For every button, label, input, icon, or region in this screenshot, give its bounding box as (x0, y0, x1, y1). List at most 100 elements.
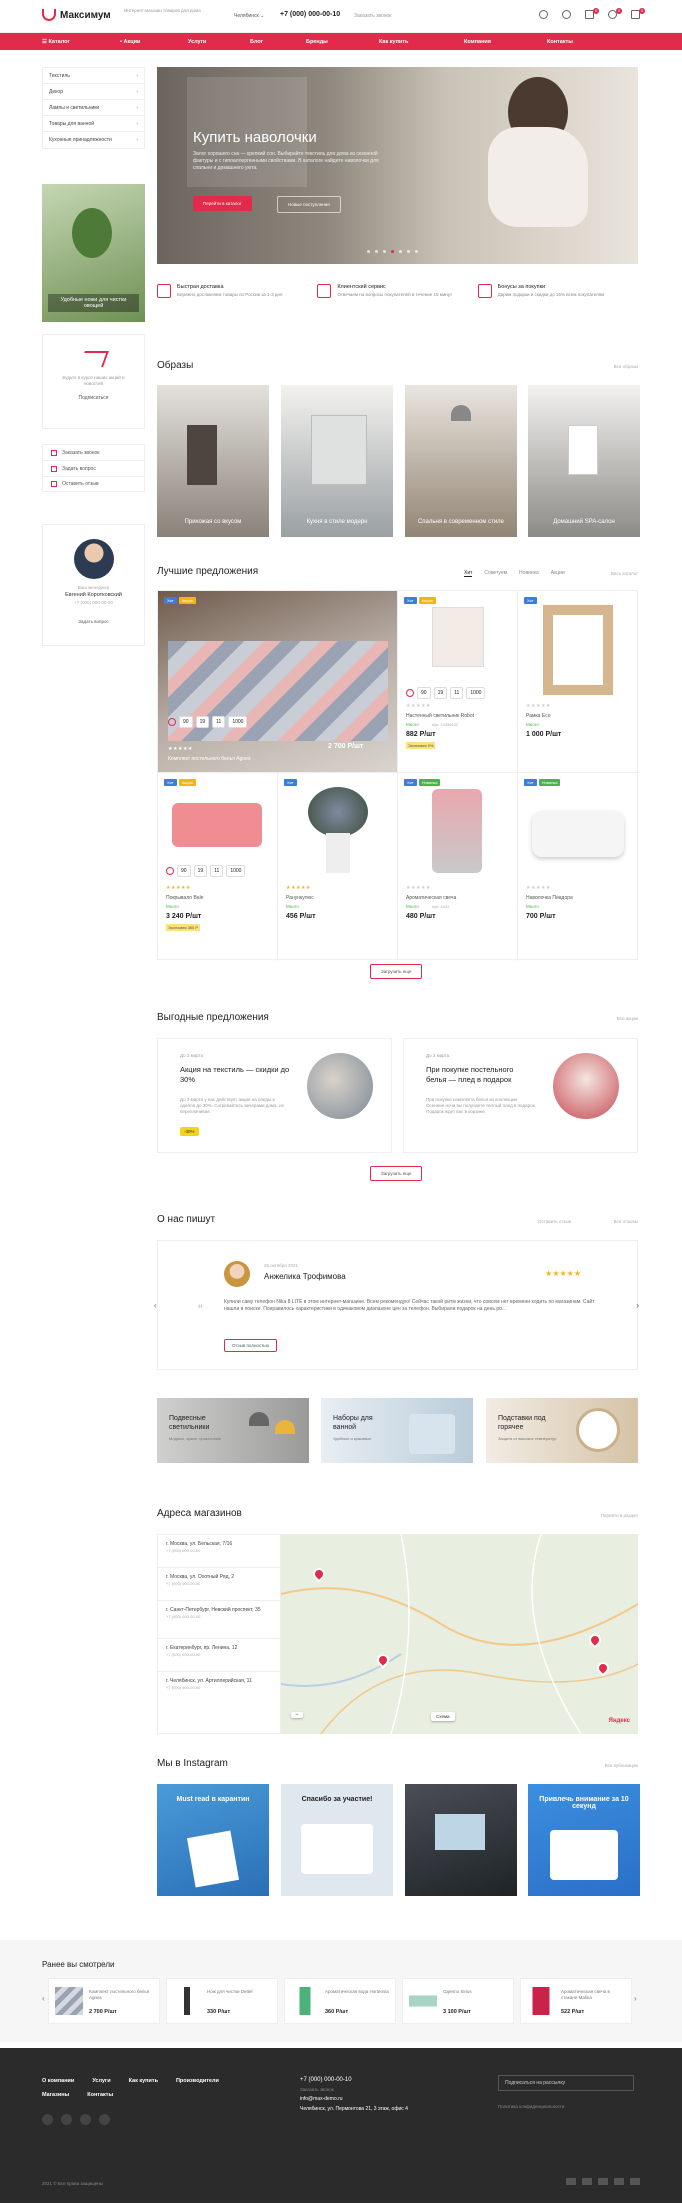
subscribe-link[interactable]: Подписаться (43, 395, 144, 401)
manager-ask-link[interactable]: Задать вопрос (43, 619, 144, 624)
nav-promos[interactable]: • Акции (120, 39, 188, 45)
store-item[interactable]: г. Санкт-Петербург, Невский проспект, 35… (158, 1601, 280, 1639)
look-card[interactable]: Кухня в стиле модерн (281, 385, 393, 537)
compare-icon[interactable]: 0 (585, 8, 599, 19)
slider-dot[interactable] (407, 250, 410, 253)
sidebar-item-textile[interactable]: Текстиль › (43, 68, 144, 84)
look-card[interactable]: Прихожая со вкусом (157, 385, 269, 537)
store-item[interactable]: г. Москва, ул. Бельская, 7/16 +7 (000) 00… (158, 1535, 280, 1568)
leave-review-link[interactable]: Оставить отзыв (538, 1219, 571, 1224)
product-card[interactable]: Хит ★★★★★ Рамка Eco Много 1 000 Р/шт (518, 591, 639, 773)
product-card[interactable]: Хит Акция 90 19 11 1000 ★★★★★ Настенный свет… (398, 591, 518, 773)
footer-phone[interactable]: +7 (000) 000-00-10 (300, 2074, 420, 2087)
review-side-link[interactable]: Оставить отзыв (42, 476, 145, 492)
instagram-post[interactable] (405, 1784, 517, 1896)
tab-sale[interactable]: Акции (551, 570, 565, 577)
product-card[interactable]: Хит ★★★★★ Ранункулюс Много 456 Р/шт (278, 773, 398, 961)
footer-link-brands[interactable]: Производители (176, 2078, 219, 2084)
arrow-right-icon[interactable]: › (634, 1994, 637, 2003)
deal-card[interactable]: До 3 марта Акция на текстиль — скидки до… (157, 1038, 392, 1153)
instagram-all-link[interactable]: Все публикации (605, 1763, 638, 1768)
subscribe-input[interactable]: Подписаться на рассылку (498, 2075, 634, 2091)
nav-services[interactable]: Услуги (188, 39, 250, 45)
slider-dot[interactable] (367, 250, 370, 253)
heart-icon[interactable]: 0 (608, 8, 622, 19)
load-more-products-button[interactable]: Загрузить еще (370, 964, 423, 979)
sidebar-item-bath[interactable]: Товары для ванной › (43, 116, 144, 132)
slider-dot[interactable] (415, 250, 418, 253)
tab-hit[interactable]: Хит (464, 570, 473, 577)
review-full-button[interactable]: Отзыв полностью (224, 1339, 277, 1352)
product-card[interactable]: Хит Акция 90 19 11 1000 ★★★★★ Комплект посте… (158, 591, 398, 773)
recent-item[interactable]: Нож для чистки Dettel 330 Р/шт (166, 1978, 278, 2024)
footer-link-about[interactable]: О компании (42, 2078, 74, 2084)
nav-contacts[interactable]: Контакты (547, 39, 573, 45)
footer-link-contacts[interactable]: Контакты (87, 2092, 113, 2098)
question-side-link[interactable]: Задать вопрос (42, 460, 145, 476)
user-icon[interactable] (562, 10, 571, 19)
deals-all-link[interactable]: Все акции (617, 1016, 638, 1021)
footer-link-services[interactable]: Услуги (92, 2078, 110, 2084)
zoom-out-button[interactable]: − (291, 1712, 303, 1718)
footer-email[interactable]: info@max-demo.ru (300, 2093, 420, 2106)
banner-bath[interactable]: Наборы для ванной Удобные и красивые (321, 1398, 473, 1463)
tab-new[interactable]: Новинка (519, 570, 539, 577)
look-card[interactable]: Домашний SPA-салон (528, 385, 640, 537)
looks-all-link[interactable]: Все образы (614, 364, 638, 369)
instagram-post[interactable]: Привлечь внимание за 10 секунд (528, 1784, 640, 1896)
recent-item[interactable]: Комплект постельного белья Agnes 2 700 Р/… (48, 1978, 160, 2024)
privacy-policy-link[interactable]: Политика конфиденциальности (498, 2104, 564, 2109)
slider-dot[interactable] (399, 250, 402, 253)
sidebar-item-decor[interactable]: Декор › (43, 84, 144, 100)
banner-lamps[interactable]: Подвесные светильники Модные, яркие, пра… (157, 1398, 309, 1463)
catalog-all-link[interactable]: Весь каталог (611, 571, 638, 576)
deal-card[interactable]: До 3 марта При покупке постельного белья… (403, 1038, 638, 1153)
city-selector[interactable]: Челябинск ⌄ (234, 13, 264, 19)
slider-dot[interactable] (383, 250, 386, 253)
nav-how-to-buy[interactable]: Как купить (379, 39, 464, 45)
tab-recommend[interactable]: Советуем (484, 570, 507, 577)
map-mode-selector[interactable]: Схема (431, 1712, 455, 1721)
cart-icon[interactable]: 0 (631, 8, 645, 19)
twitter-icon[interactable] (80, 2114, 91, 2125)
callback-side-link[interactable]: Заказать звонок (42, 444, 145, 460)
nav-brands[interactable]: Бренды (306, 39, 379, 45)
arrow-left-icon[interactable]: ‹ (154, 1301, 157, 1310)
search-icon[interactable] (539, 10, 548, 19)
nav-company[interactable]: Компания (464, 39, 547, 45)
footer-link-stores[interactable]: Магазины (42, 2092, 69, 2098)
reviews-all-link[interactable]: Все отзывы (614, 1219, 638, 1224)
hero-new-button[interactable]: Новые поступления (277, 196, 341, 213)
instagram-post[interactable]: Спасибо за участие! (281, 1784, 393, 1896)
sidebar-item-kitchen[interactable]: Кухонные принадлежности › (43, 132, 144, 148)
slider-dot[interactable] (375, 250, 378, 253)
sidebar-promo-card[interactable]: Удобные ножи для чистки овощей (42, 184, 145, 322)
store-item[interactable]: г. Челябинск, ул. Артиллерийская, 11 +7 (… (158, 1672, 280, 1705)
arrow-left-icon[interactable]: ‹ (42, 1994, 45, 2003)
store-item[interactable]: г. Екатеринбург, пр. Ленина, 12 +7 (000) … (158, 1639, 280, 1672)
facebook-icon[interactable] (61, 2114, 72, 2125)
callback-link[interactable]: Заказать звонок (354, 13, 391, 19)
instagram-icon[interactable] (99, 2114, 110, 2125)
store-item[interactable]: г. Москва, ул. Охотный Ряд, 2 +7 (000) 00… (158, 1568, 280, 1601)
product-card[interactable]: Хит Новинка ★★★★★ Наволочка Пиадора Много… (518, 773, 639, 961)
product-card[interactable]: Хит Новинка ★★★★★ Ароматическая свеча Мно… (398, 773, 518, 961)
nav-catalog[interactable]: ☰ Каталог (42, 39, 120, 45)
banner-trivets[interactable]: Подставки под горячее Защита от высоких … (486, 1398, 638, 1463)
logo[interactable]: Максимум (42, 9, 111, 21)
load-more-deals-button[interactable]: Загрузить еще (370, 1166, 423, 1181)
hero-catalog-button[interactable]: Перейти в каталог (193, 196, 252, 211)
sidebar-item-lamps[interactable]: Лампы и светильники › (43, 100, 144, 116)
recent-item[interactable]: Ароматическая свеча в стакане Malina 522 … (520, 1978, 632, 2024)
recent-item[interactable]: Ароматическая вода Hortensia 360 Р/шт (284, 1978, 396, 2024)
look-card[interactable]: Спальня в современном стиле (405, 385, 517, 537)
footer-link-how-to-buy[interactable]: Как купить (129, 2078, 158, 2084)
slider-dot-active[interactable] (391, 250, 394, 253)
recent-item[interactable]: Одеяло Sirius 3 100 Р/шт (402, 1978, 514, 2024)
vk-icon[interactable] (42, 2114, 53, 2125)
stores-map[interactable]: Схема − Яндекс (281, 1534, 638, 1734)
header-phone[interactable]: +7 (000) 000-00-10 (280, 11, 340, 18)
stores-all-link[interactable]: Перейти в раздел (601, 1513, 638, 1518)
product-card[interactable]: Хит Акция 90 19 11 1000 ★★★★★ Покрывало Bale… (158, 773, 278, 961)
nav-blog[interactable]: Блог (250, 39, 306, 45)
